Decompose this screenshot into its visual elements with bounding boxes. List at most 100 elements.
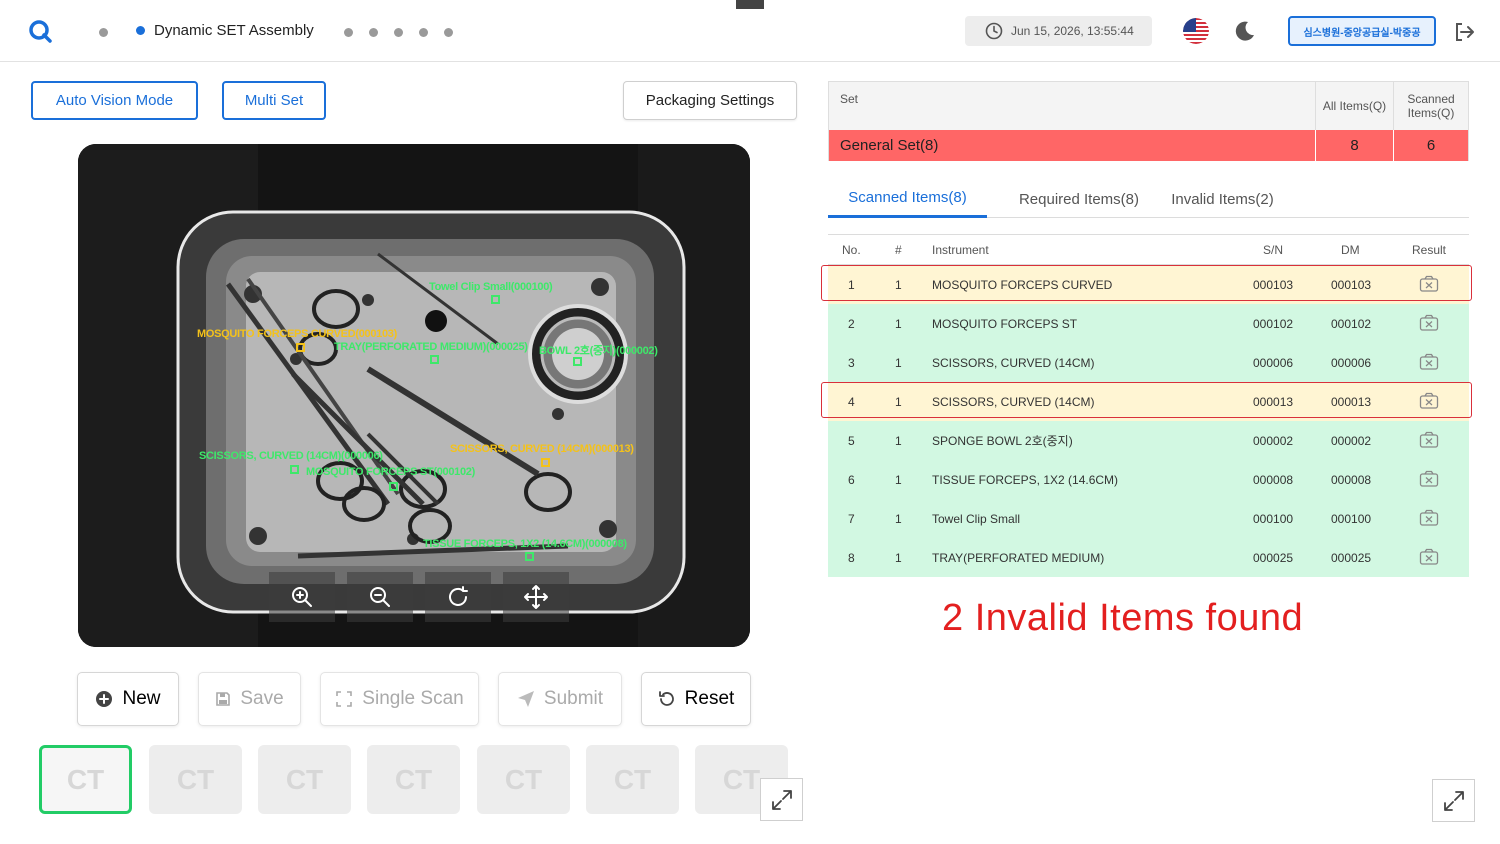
items-table-header: No. # Instrument S/N DM Result	[828, 234, 1469, 265]
set-row[interactable]: General Set(8) 8 6	[829, 130, 1468, 161]
reset-icon	[658, 691, 674, 706]
detection-label: SCISSORS, CURVED (14CM)(000006)	[199, 450, 383, 462]
scanned-items-table: No. # Instrument S/N DM Result 1 1 MOSQUIT…	[821, 234, 1472, 577]
rotate-icon	[449, 586, 468, 606]
table-row[interactable]: 5 1 SPONGE BOWL 2호(중지) 000002 000002	[828, 421, 1469, 460]
table-row[interactable]: 2 1 MOSQUITO FORCEPS ST 000102 000102	[828, 304, 1469, 343]
auto-vision-mode-button[interactable]: Auto Vision Mode	[31, 81, 198, 120]
zoom-in-button[interactable]	[269, 572, 335, 622]
column-header-result: Result	[1412, 242, 1447, 257]
new-button-label: New	[122, 688, 161, 709]
new-button[interactable]: New	[77, 672, 179, 726]
column-header-no: No.	[842, 242, 861, 257]
set-scanned-count: 6	[1393, 130, 1468, 161]
nav-step-dot[interactable]	[99, 28, 108, 37]
camera-thumbnail[interactable]: CT	[477, 745, 570, 814]
detection-marker	[290, 465, 299, 474]
nav-step-dot[interactable]	[419, 28, 428, 37]
zoom-out-button[interactable]	[347, 572, 413, 622]
camera-result-icon	[1419, 392, 1439, 409]
camera-result-icon	[1419, 548, 1439, 565]
table-row[interactable]: 3 1 SCISSORS, CURVED (14CM) 000006 000006	[828, 343, 1469, 382]
result-image-button[interactable]	[1419, 275, 1439, 296]
camera-result-icon	[1419, 509, 1439, 526]
tab-invalid-items[interactable]: Invalid Items(2)	[1160, 180, 1285, 218]
camera-toolbar	[269, 572, 581, 622]
result-image-button[interactable]	[1419, 392, 1439, 413]
result-image-button[interactable]	[1419, 353, 1439, 374]
table-row[interactable]: 8 1 TRAY(PERFORATED MEDIUM) 000025 000025	[828, 538, 1469, 577]
result-image-button[interactable]	[1419, 314, 1439, 335]
save-icon	[216, 692, 231, 706]
row-count: 1	[895, 277, 902, 292]
clock-icon	[985, 22, 1003, 40]
datetime-display: Jun 15, 2026, 13:55:44	[965, 16, 1152, 46]
logout-icon[interactable]	[1452, 20, 1476, 44]
table-row[interactable]: 4 1 SCISSORS, CURVED (14CM) 000013 000013	[821, 382, 1472, 421]
nav-step-dot[interactable]	[344, 28, 353, 37]
detection-marker	[491, 295, 500, 304]
packaging-settings-button[interactable]: Packaging Settings	[623, 81, 797, 120]
row-sn: 000002	[1253, 433, 1294, 448]
result-image-button[interactable]	[1419, 548, 1439, 569]
column-header-sn: S/N	[1263, 242, 1284, 257]
column-header-count: #	[895, 242, 902, 257]
row-instrument: TISSUE FORCEPS, 1X2 (14.6CM)	[932, 472, 1119, 487]
detection-marker	[430, 355, 439, 364]
row-instrument: TRAY(PERFORATED MEDIUM)	[932, 550, 1105, 565]
row-count: 1	[895, 394, 902, 409]
single-scan-button[interactable]: Single Scan	[320, 672, 479, 726]
send-icon	[517, 691, 534, 707]
nav-step-dot[interactable]	[444, 28, 453, 37]
zoom-in-icon	[292, 587, 312, 607]
zoom-out-icon	[370, 587, 390, 607]
camera-thumbnail[interactable]: CT	[586, 745, 679, 814]
detection-label: TRAY(PERFORATED MEDIUM)(000025)	[334, 341, 528, 353]
expand-thumbnails-button[interactable]	[760, 778, 803, 821]
expand-panel-button[interactable]	[1432, 779, 1475, 822]
result-image-button[interactable]	[1419, 509, 1439, 530]
result-image-button[interactable]	[1419, 470, 1439, 491]
nav-step-dot[interactable]	[394, 28, 403, 37]
camera-result-icon	[1419, 275, 1439, 292]
us-flag-icon[interactable]	[1183, 18, 1209, 44]
nav-step-dot[interactable]	[369, 28, 378, 37]
result-image-button[interactable]	[1419, 431, 1439, 452]
pan-button[interactable]	[503, 572, 569, 622]
table-row[interactable]: 7 1 Towel Clip Small 000100 000100	[828, 499, 1469, 538]
rotate-button[interactable]	[425, 572, 491, 622]
app-logo-icon[interactable]	[28, 18, 54, 44]
detection-marker	[296, 343, 305, 352]
save-button[interactable]: Save	[198, 672, 301, 726]
user-badge[interactable]: 심스병원-중앙공급실-박중공	[1288, 16, 1436, 46]
row-no: 8	[848, 550, 855, 565]
dark-mode-moon-icon[interactable]	[1233, 19, 1257, 43]
camera-thumbnail[interactable]: CT	[149, 745, 242, 814]
camera-thumbnail[interactable]: CT	[367, 745, 460, 814]
submit-button[interactable]: Submit	[498, 672, 622, 726]
expand-icon	[1443, 790, 1464, 811]
camera-thumbnail[interactable]: CT	[39, 745, 132, 814]
tab-required-items[interactable]: Required Items(8)	[994, 180, 1164, 218]
set-name: General Set(8)	[840, 137, 939, 154]
row-dm: 000002	[1331, 433, 1372, 448]
page-title: Dynamic SET Assembly	[154, 22, 314, 39]
reset-button[interactable]: Reset	[641, 672, 751, 726]
drag-handle[interactable]	[736, 0, 764, 9]
row-no: 3	[848, 355, 855, 370]
submit-button-label: Submit	[543, 688, 604, 709]
detection-label: MOSQUITO FORCEPS CURVED(000103)	[197, 328, 397, 340]
save-button-label: Save	[240, 688, 284, 709]
scan-frame-icon	[336, 691, 353, 707]
table-row[interactable]: 6 1 TISSUE FORCEPS, 1X2 (14.6CM) 000008 0000…	[828, 460, 1469, 499]
tab-scanned-items[interactable]: Scanned Items(8)	[828, 180, 987, 218]
camera-view[interactable]: Towel Clip Small(000100) MOSQUITO FORCEP…	[78, 144, 750, 647]
table-row[interactable]: 1 1 MOSQUITO FORCEPS CURVED 000103 000103	[821, 265, 1472, 304]
detection-marker	[389, 482, 398, 491]
multi-set-button[interactable]: Multi Set	[222, 81, 326, 120]
nav-current-step[interactable]: Dynamic SET Assembly	[136, 22, 314, 39]
row-sn: 000008	[1253, 472, 1294, 487]
row-sn: 000103	[1253, 277, 1294, 292]
set-column-header: Set	[840, 92, 859, 106]
camera-thumbnail[interactable]: CT	[258, 745, 351, 814]
